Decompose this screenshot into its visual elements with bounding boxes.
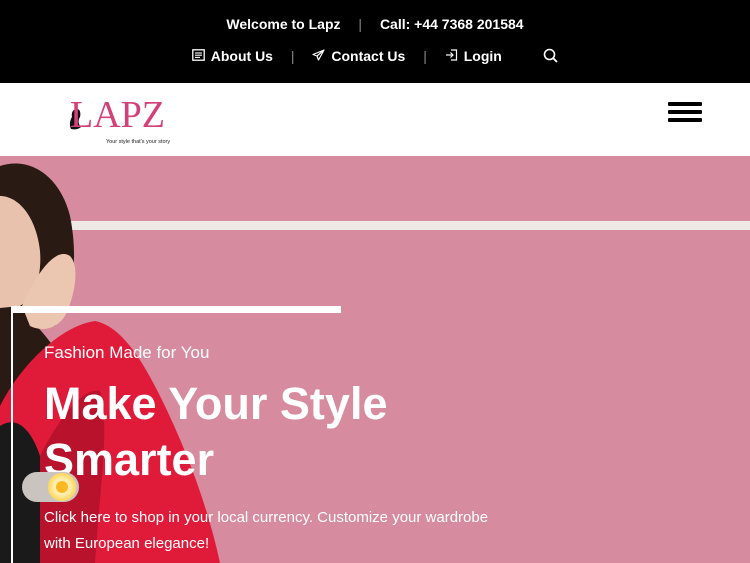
site-logo[interactable]: LAPZ Your style that's your story [68, 95, 178, 145]
login-icon [445, 48, 458, 64]
logo-tagline: Your style that's your story [106, 139, 171, 145]
topbar-links-row: About Us | Contact Us | Login | [0, 48, 750, 66]
hero-title: Make Your Style Smarter [44, 378, 388, 485]
hamburger-icon [668, 118, 702, 122]
about-us-link[interactable]: About Us [191, 48, 273, 64]
contact-us-label: Contact Us [331, 48, 406, 64]
hamburger-icon [668, 102, 702, 106]
divider: | [290, 48, 295, 64]
contact-us-link[interactable]: Contact Us [312, 48, 405, 64]
login-link[interactable]: Login [445, 48, 502, 64]
divider: | [358, 16, 363, 33]
menu-button[interactable] [668, 102, 702, 122]
search-icon[interactable] [543, 48, 558, 66]
welcome-text: Welcome to Lapz [226, 16, 341, 33]
divider: | [423, 48, 427, 64]
logo-text: LAPZ [70, 94, 165, 136]
login-label: Login [463, 48, 502, 64]
topbar-info-row: Welcome to Lapz | Call: +44 7368 201584 [0, 15, 750, 32]
sun-icon [48, 473, 76, 501]
document-icon [191, 48, 205, 64]
hero-eyebrow: Fashion Made for You [44, 343, 210, 362]
site-header: LAPZ Your style that's your story [0, 83, 750, 156]
hero-description[interactable]: Click here to shop in your local currenc… [44, 505, 514, 557]
frame-top-bar [11, 306, 341, 313]
top-bar: Welcome to Lapz | Call: +44 7368 201584 … [0, 0, 750, 83]
paper-plane-icon [312, 48, 325, 64]
call-link[interactable]: Call: +44 7368 201584 [380, 16, 524, 32]
about-us-label: About Us [210, 48, 273, 64]
hamburger-icon [668, 110, 702, 114]
theme-toggle[interactable] [22, 472, 79, 502]
frame-left-bar [11, 306, 13, 563]
